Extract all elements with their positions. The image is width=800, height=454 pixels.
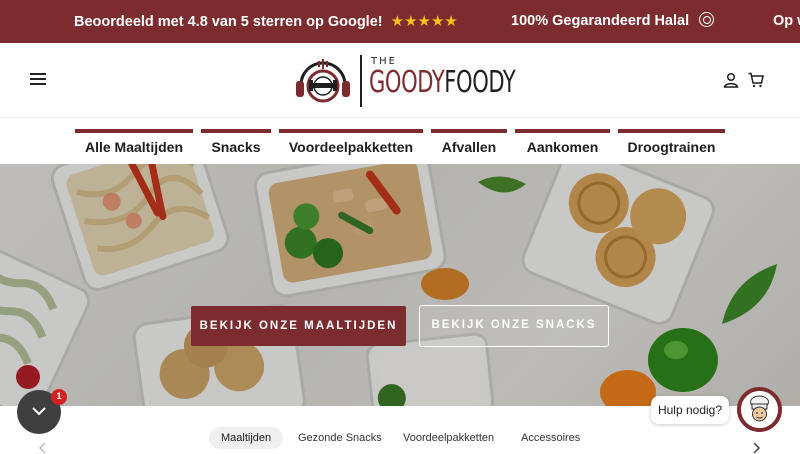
nav-item-droogtrainen[interactable]: Droogtrainen <box>618 129 725 159</box>
announcement-bar: Beoordeeld met 4.8 van 5 sterren op Goog… <box>0 0 800 43</box>
hero-overlay <box>0 164 800 406</box>
nav-item-voordeelpakketten[interactable]: Voordeelpakketten <box>279 129 423 159</box>
halal-announcement: 100% Gegarandeerd Halal <box>511 0 715 43</box>
notification-badge: 1 <box>51 389 67 405</box>
headphones-plate-logo-icon <box>296 59 350 103</box>
chef-avatar-button[interactable] <box>737 387 782 432</box>
tab-gezonde-snacks[interactable]: Gezonde Snacks <box>286 427 394 449</box>
logo-wordmark: GOODYFOODY <box>369 65 516 100</box>
logo-goody: GOODY <box>369 65 445 100</box>
category-nav: Alle Maaltijden Snacks Voordeelpakketten… <box>0 118 800 164</box>
logo-divider <box>360 55 362 107</box>
hero-banner: BEKIJK ONZE MAALTIJDEN BEKIJK ONZE SNACK… <box>0 164 800 406</box>
help-bubble[interactable]: Hulp nodig? <box>651 396 729 424</box>
logo-foody: FOODY <box>444 65 516 100</box>
view-snacks-button[interactable]: BEKIJK ONZE SNACKS <box>419 305 609 347</box>
nav-item-aankomen[interactable]: Aankomen <box>515 129 610 159</box>
partial-text: Op w <box>773 13 800 29</box>
account-icon[interactable] <box>723 72 739 88</box>
tab-voordeelpakketten[interactable]: Voordeelpakketten <box>391 427 506 449</box>
tab-accessoires[interactable]: Accessoires <box>509 427 592 449</box>
view-meals-button[interactable]: BEKIJK ONZE MAALTIJDEN <box>191 306 406 346</box>
star-rating-icon: ★★★★★ <box>390 13 458 30</box>
site-header: THE GOODYFOODY <box>0 43 800 118</box>
site-logo[interactable]: THE GOODYFOODY <box>293 53 516 109</box>
nav-item-snacks[interactable]: Snacks <box>201 129 271 159</box>
chevron-right-icon[interactable] <box>751 442 761 454</box>
cart-icon[interactable] <box>748 72 764 88</box>
halal-text: 100% Gegarandeerd Halal <box>511 13 690 29</box>
rating-announcement: Beoordeeld met 4.8 van 5 sterren op Goog… <box>74 0 458 43</box>
tab-maaltijden[interactable]: Maaltijden <box>209 427 284 449</box>
nav-item-afvallen[interactable]: Afvallen <box>431 129 507 159</box>
chevron-down-icon <box>32 407 46 416</box>
chef-icon <box>741 391 778 428</box>
menu-icon[interactable] <box>30 73 46 85</box>
halal-icon <box>699 12 715 27</box>
nav-item-alle-maaltijden[interactable]: Alle Maaltijden <box>75 129 193 159</box>
partial-announcement: Op w <box>773 0 800 43</box>
chevron-left-icon[interactable] <box>38 442 48 454</box>
rating-text: Beoordeeld met 4.8 van 5 sterren op Goog… <box>74 14 383 30</box>
